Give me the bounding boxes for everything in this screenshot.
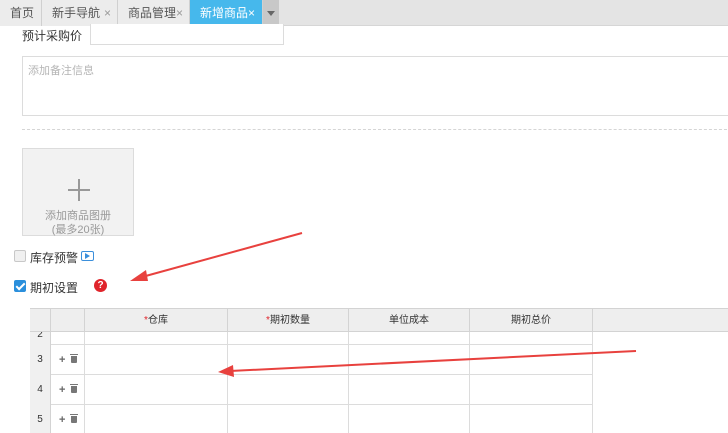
unit-cost-cell[interactable] [349,332,470,345]
add-row-icon[interactable]: + [59,414,65,426]
unit-cost-cell[interactable] [349,405,470,433]
trash-icon[interactable] [70,414,78,423]
tab-home[interactable]: 首页 [0,0,42,26]
grid-header: *仓库 *期初数量 单位成本 期初总价 [30,308,728,332]
opening-qty-cell[interactable] [228,405,349,433]
purchase-price-input[interactable] [90,24,284,45]
grid-header-unit-cost: 单位成本 [349,309,470,332]
warehouse-cell[interactable] [85,375,228,405]
grid-header-warehouse: *仓库 [85,309,228,332]
tab-product-management[interactable]: 商品管理 × [118,0,190,26]
opening-total-cell[interactable] [470,375,593,405]
row-actions [51,332,85,345]
tab-label: 首页 [10,6,35,20]
table-row: 5 + [30,405,593,433]
opening-qty-cell[interactable] [228,332,349,345]
add-album-button[interactable]: 添加商品图册 (最多20张) [22,148,134,236]
warehouse-cell[interactable] [85,332,228,345]
warehouse-cell[interactable] [85,345,228,375]
row-actions: + [51,345,85,375]
tab-guide[interactable]: 新手导航 × [42,0,118,26]
tab-label: 新手导航 [52,6,101,20]
close-icon[interactable]: × [176,0,183,26]
grid-header-opening-total: 期初总价 [470,309,593,332]
unit-cost-cell[interactable] [349,345,470,375]
add-album-limit: (最多20张) [51,224,105,236]
section-divider [22,129,728,130]
stock-warning-checkbox[interactable] [14,250,26,262]
video-icon[interactable] [81,251,94,261]
close-icon[interactable]: × [248,0,255,26]
warehouse-header-label: 仓库 [147,315,168,326]
table-row: 4 + [30,375,593,405]
tab-label: 新增商品 [200,6,249,20]
add-row-icon[interactable]: + [59,354,65,366]
trash-icon[interactable] [70,384,78,393]
opening-setup-label: 期初设置 [30,281,79,295]
help-icon[interactable]: ? [94,279,107,292]
tab-label: 商品管理 [128,6,177,20]
grid-header-num [30,309,51,332]
opening-total-cell[interactable] [470,345,593,375]
tab-dropdown-button[interactable] [263,0,279,26]
remark-placeholder: 添加备注信息 [28,65,94,77]
table-row: 2 [30,332,593,345]
opening-qty-cell[interactable] [228,375,349,405]
annotation-arrow-1 [141,232,303,278]
stock-warning-label: 库存预警 [30,251,79,265]
row-number: 4 [30,375,51,405]
unit-cost-cell[interactable] [349,375,470,405]
opening-total-cell[interactable] [470,332,593,345]
grid-header-opening-qty: *期初数量 [228,309,349,332]
table-row: 3 + [30,345,593,375]
annotation-arrowhead-1 [130,270,148,281]
opening-stock-grid: *仓库 *期初数量 单位成本 期初总价 2 3 + 4 + 5 + [30,308,728,433]
grid-header-actions [51,309,85,332]
close-icon[interactable]: × [104,0,111,26]
row-actions: + [51,405,85,433]
opening-setup-checkbox[interactable] [14,280,26,292]
remark-textarea[interactable]: 添加备注信息 [22,56,728,116]
opening-qty-cell[interactable] [228,345,349,375]
tab-new-product[interactable]: 新增商品 × [190,0,263,26]
dropdown-caret-icon [267,11,275,16]
row-number: 5 [30,405,51,433]
tab-bar: 首页 新手导航 × 商品管理 × 新增商品 × [0,0,728,26]
row-actions: + [51,375,85,405]
row-number: 3 [30,345,51,375]
opening-qty-header-label: 期初数量 [269,315,310,326]
add-row-icon[interactable]: + [59,384,65,396]
purchase-price-label: 预计采购价 [22,29,83,43]
trash-icon[interactable] [70,354,78,363]
plus-icon [68,179,90,201]
opening-total-cell[interactable] [470,405,593,433]
row-number: 2 [30,332,51,345]
warehouse-cell[interactable] [85,405,228,433]
